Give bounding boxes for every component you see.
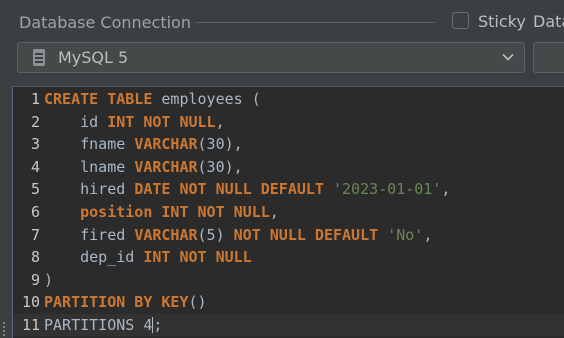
code-line[interactable]: 5 hired DATE NOT NULL DEFAULT '2023-01-0… (13, 178, 564, 200)
sql-keyword: NOT NULL DEFAULT (233, 225, 379, 244)
connection-select-value: MySQL 5 (58, 48, 129, 67)
code-text: hired DATE NOT NULL DEFAULT '2023-01-01'… (44, 178, 450, 200)
code-text: id INT NOT NULL, (44, 111, 225, 133)
code-line[interactable]: 4 lname VARCHAR(30), (13, 156, 564, 178)
sql-string: '2023-01-01' (333, 180, 442, 199)
chevron-down-icon (502, 53, 514, 61)
sql-keyword: CREATE TABLE (44, 90, 153, 108)
sql-token: fired (44, 225, 135, 244)
sql-token: id (44, 112, 108, 131)
code-line[interactable]: 6 position INT NOT NULL, (13, 201, 564, 223)
sql-token: hired (44, 180, 135, 199)
code-line[interactable]: 8 dep_id INT NOT NULL (13, 246, 564, 268)
code-line[interactable]: 7 fired VARCHAR(5) NOT NULL DEFAULT 'No'… (13, 224, 564, 246)
code-text: PARTITIONS 4; (44, 314, 162, 336)
editor-edge-grip (3, 322, 7, 336)
sql-token: (30), (197, 157, 243, 176)
line-number: 6 (30, 203, 40, 221)
sql-keyword: VARCHAR (134, 225, 198, 244)
sql-keyword: INT NOT NULL (107, 112, 216, 131)
code-line[interactable]: 1 CREATE TABLE employees ( (13, 88, 564, 110)
section-title: Database Connection (19, 13, 191, 32)
sql-keyword: VARCHAR (134, 157, 198, 176)
sql-keyword: VARCHAR (134, 135, 198, 154)
code-line[interactable]: 3 fname VARCHAR(30), (13, 133, 564, 155)
code-text: position INT NOT NULL, (44, 201, 279, 223)
sticky-checkbox[interactable] (452, 12, 469, 29)
sql-token: dep_id (44, 248, 144, 267)
code-text: lname VARCHAR(30), (44, 156, 243, 178)
line-number: 7 (30, 225, 40, 244)
title-divider (195, 22, 435, 23)
sql-token: , (215, 112, 225, 131)
sql-token: ) (44, 270, 54, 289)
code-line[interactable]: 10 PARTITION BY KEY() (13, 291, 564, 313)
sql-keyword: DATE NOT NULL DEFAULT (134, 180, 324, 199)
sql-keyword: INT NOT NULL (143, 248, 252, 267)
line-number: 10 (21, 293, 40, 312)
line-number: 8 (30, 248, 40, 267)
sql-token: PARTITIONS 4 (44, 316, 153, 334)
code-line[interactable]: 9) (13, 269, 564, 291)
sql-token: (5) (197, 225, 234, 244)
line-number: 3 (30, 135, 40, 154)
connection-select[interactable]: MySQL 5 (17, 42, 525, 73)
sql-token: fname (44, 135, 135, 154)
connection-header: Database Connection Sticky Data (0, 0, 564, 40)
code-text: ) (44, 269, 53, 291)
code-text: PARTITION BY KEY() (44, 291, 207, 313)
sticky-label[interactable]: Sticky (478, 12, 526, 31)
sql-keyword: PARTITION BY KEY (44, 293, 189, 312)
line-number: 9 (30, 270, 40, 289)
line-number: 11 (21, 316, 40, 334)
truncated-label: Data (533, 12, 564, 31)
line-number: 2 (30, 112, 40, 131)
sql-token: ; (153, 316, 163, 334)
database-icon (33, 49, 45, 66)
sql-token: lname (44, 157, 135, 176)
sql-string: 'No' (387, 225, 424, 244)
sql-token: , (269, 203, 279, 221)
sql-token: () (188, 293, 207, 312)
sql-editor[interactable]: 1 CREATE TABLE employees (2 id INT NOT NU… (12, 86, 564, 338)
sql-keyword: position INT NOT NULL (80, 203, 270, 221)
code-text: fname VARCHAR(30), (44, 133, 243, 155)
sql-token: employees ( (152, 90, 261, 108)
line-number: 4 (30, 157, 40, 176)
code-text: dep_id INT NOT NULL (44, 246, 252, 268)
code-text: CREATE TABLE employees ( (44, 88, 261, 110)
sql-token: , (423, 225, 433, 244)
code-text: fired VARCHAR(5) NOT NULL DEFAULT 'No', (44, 224, 432, 246)
line-number: 1 (30, 90, 40, 108)
side-button[interactable] (533, 42, 564, 73)
sql-token: , (441, 180, 451, 199)
line-number: 5 (30, 180, 40, 199)
code-line[interactable]: 11 PARTITIONS 4; (13, 314, 564, 336)
code-line[interactable]: 2 id INT NOT NULL, (13, 111, 564, 133)
sql-token: (30), (197, 135, 243, 154)
